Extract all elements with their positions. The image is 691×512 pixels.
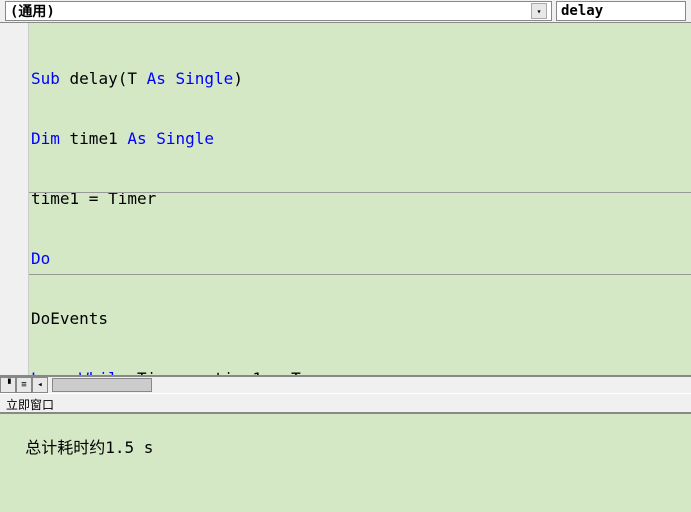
- scroll-thumb[interactable]: [52, 378, 152, 392]
- procedure-dropdown-value: delay: [561, 3, 603, 19]
- view-mode-button-2[interactable]: ≡: [16, 377, 32, 393]
- object-dropdown-value: (通用): [10, 1, 55, 21]
- code-line: Dim time1 As Single: [31, 129, 689, 149]
- top-bar: (通用) ▾ delay: [0, 0, 691, 23]
- immediate-window-label: 立即窗口: [0, 393, 691, 413]
- code-pane: Sub delay(T As Single) Dim time1 As Sing…: [0, 23, 691, 376]
- code-line: Sub delay(T As Single): [31, 69, 689, 89]
- chevron-down-icon: ▾: [531, 3, 547, 19]
- procedure-dropdown[interactable]: delay: [556, 1, 686, 21]
- code-line: Do: [31, 249, 689, 269]
- immediate-window[interactable]: 总计耗时约1.5 s: [0, 413, 691, 512]
- object-dropdown[interactable]: (通用) ▾: [5, 1, 552, 21]
- horizontal-scrollbar[interactable]: ▝ ≡ ◂: [0, 376, 691, 393]
- scroll-left-button[interactable]: ◂: [32, 377, 48, 393]
- scroll-track[interactable]: [48, 377, 691, 393]
- code-line: Loop While Timer - time1 < T: [31, 369, 689, 375]
- code-gutter: [0, 23, 29, 375]
- code-line: DoEvents: [31, 309, 689, 329]
- code-editor[interactable]: Sub delay(T As Single) Dim time1 As Sing…: [29, 23, 691, 375]
- immediate-output: 总计耗时约1.5 s: [25, 438, 163, 457]
- view-mode-button-1[interactable]: ▝: [0, 377, 16, 393]
- procedure-divider: [29, 192, 691, 193]
- procedure-divider: [29, 274, 691, 275]
